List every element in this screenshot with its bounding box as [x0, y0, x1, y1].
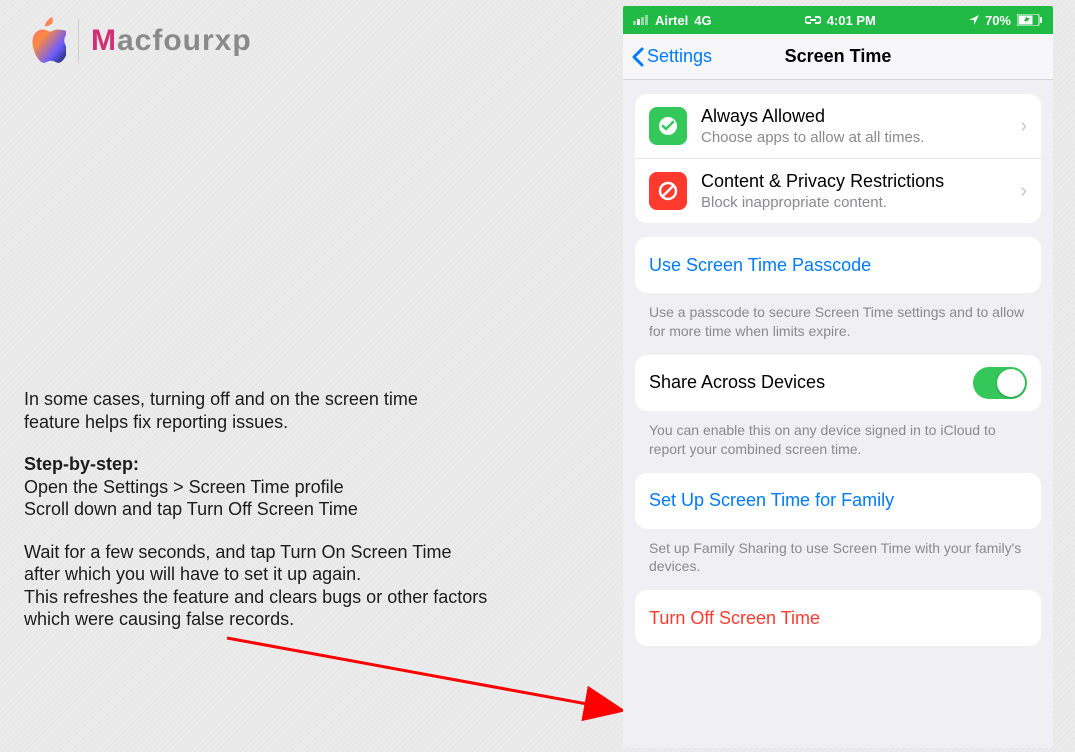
- chevron-left-icon: [631, 47, 645, 67]
- group-family: Set Up Screen Time for Family: [635, 473, 1041, 529]
- brand-rest: acfourxp: [117, 24, 252, 57]
- signal-icon: [633, 15, 649, 25]
- nav-title: Screen Time: [785, 46, 892, 67]
- status-bar: Airtel 4G 4:01 PM 70%: [623, 6, 1053, 34]
- group-turnoff: Turn Off Screen Time: [635, 590, 1041, 646]
- settings-content[interactable]: Always Allowed Choose apps to allow at a…: [623, 80, 1053, 748]
- row-always-allowed[interactable]: Always Allowed Choose apps to allow at a…: [635, 94, 1041, 158]
- group-passcode: Use Screen Time Passcode: [635, 237, 1041, 293]
- copy-line: Open the Settings > Screen Time profile: [24, 476, 584, 499]
- back-button[interactable]: Settings: [631, 46, 712, 67]
- copy-line: This refreshes the feature and clears bu…: [24, 586, 584, 609]
- note-family: Set up Family Sharing to use Screen Time…: [623, 529, 1053, 577]
- no-symbol-icon: [649, 172, 687, 210]
- share-toggle[interactable]: [973, 367, 1027, 399]
- copy-line: Wait for a few seconds, and tap Turn On …: [24, 541, 584, 564]
- note-passcode: Use a passcode to secure Screen Time set…: [623, 293, 1053, 341]
- row-title: Always Allowed: [701, 106, 1020, 127]
- chevron-right-icon: ›: [1020, 115, 1027, 138]
- group-rows: Always Allowed Choose apps to allow at a…: [635, 94, 1041, 223]
- network-label: 4G: [694, 13, 711, 28]
- apple-logo-icon: [24, 16, 66, 66]
- battery-icon: [1017, 14, 1043, 26]
- row-title: Use Screen Time Passcode: [649, 255, 1027, 276]
- copy-line: In some cases, turning off and on the sc…: [24, 388, 584, 411]
- row-title: Share Across Devices: [649, 372, 973, 393]
- logo-divider: [78, 19, 79, 63]
- copy-line: feature helps fix reporting issues.: [24, 411, 584, 434]
- row-setup-family[interactable]: Set Up Screen Time for Family: [635, 473, 1041, 529]
- brand-wordmark: Macfourxp: [91, 24, 252, 58]
- copy-line: which were causing false records.: [24, 608, 584, 631]
- row-use-passcode[interactable]: Use Screen Time Passcode: [635, 237, 1041, 293]
- brand-m: M: [91, 24, 117, 57]
- back-label: Settings: [647, 46, 712, 67]
- row-subtitle: Block inappropriate content.: [701, 194, 1020, 211]
- row-title: Turn Off Screen Time: [649, 608, 1027, 629]
- check-circle-icon: [649, 107, 687, 145]
- step-heading: Step-by-step:: [24, 453, 584, 476]
- row-turn-off[interactable]: Turn Off Screen Time: [635, 590, 1041, 646]
- row-share-devices[interactable]: Share Across Devices: [635, 355, 1041, 411]
- group-share: Share Across Devices: [635, 355, 1041, 411]
- row-subtitle: Choose apps to allow at all times.: [701, 129, 1020, 146]
- copy-line: after which you will have to set it up a…: [24, 563, 584, 586]
- clock-label: 4:01 PM: [827, 13, 876, 28]
- copy-line: Scroll down and tap Turn Off Screen Time: [24, 498, 584, 521]
- brand-logo: Macfourxp: [24, 16, 252, 66]
- nav-bar: Settings Screen Time: [623, 34, 1053, 80]
- carrier-label: Airtel: [655, 13, 688, 28]
- instruction-text: In some cases, turning off and on the sc…: [24, 388, 584, 651]
- row-title: Set Up Screen Time for Family: [649, 490, 1027, 511]
- row-title: Content & Privacy Restrictions: [701, 171, 1020, 192]
- note-share: You can enable this on any device signed…: [623, 411, 1053, 459]
- battery-label: 70%: [985, 13, 1011, 28]
- chevron-right-icon: ›: [1020, 180, 1027, 203]
- location-icon: [969, 15, 979, 25]
- row-content-privacy[interactable]: Content & Privacy Restrictions Block ina…: [635, 158, 1041, 223]
- link-icon: [805, 15, 821, 25]
- iphone-screenshot: Airtel 4G 4:01 PM 70% Settings Screen Ti…: [623, 6, 1053, 748]
